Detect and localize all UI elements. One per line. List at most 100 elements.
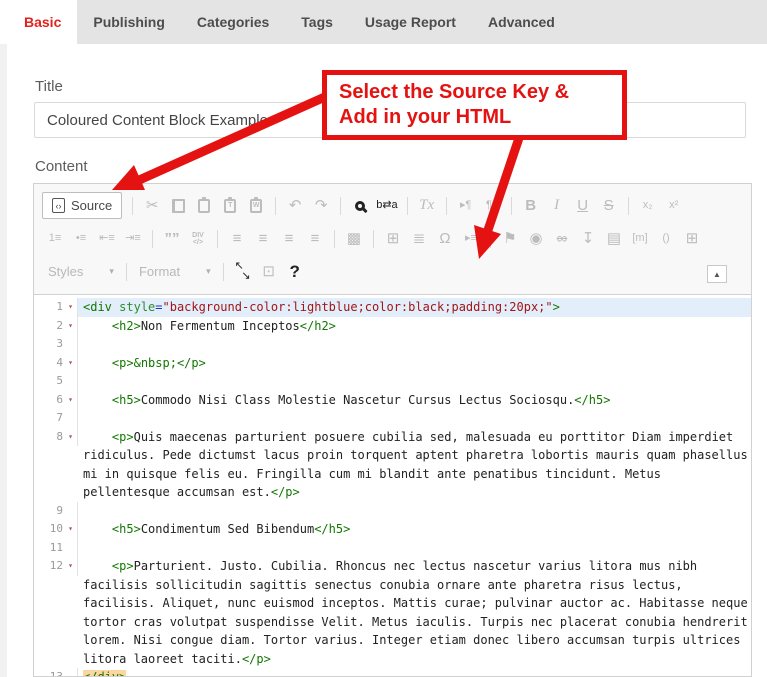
code-line-content[interactable]: <h2>Non Fermentum Inceptos</h2>: [78, 317, 751, 336]
source-code-editor[interactable]: 1 ▾ <div style="background-color:lightblue…: [34, 295, 751, 676]
text-direction-rtl-icon[interactable]: ¶◂: [482, 194, 502, 218]
code-line-content[interactable]: [78, 372, 751, 391]
line-number: 9: [56, 503, 63, 517]
anchor-flag-icon[interactable]: ⚑: [500, 227, 520, 251]
tab-usage-report[interactable]: Usage Report: [349, 0, 472, 44]
align-center-icon[interactable]: ≡: [253, 227, 273, 251]
code-line-content[interactable]: <h5>Condimentum Sed Bibendum</h5>: [78, 520, 751, 539]
fold-arrow-icon[interactable]: ▾: [64, 298, 77, 317]
numbered-list-icon[interactable]: 1≡: [45, 227, 65, 251]
paste-from-word-icon[interactable]: W: [246, 194, 266, 218]
code-line-1[interactable]: 1 ▾ <div style="background-color:lightblue…: [34, 298, 751, 317]
fold-arrow-icon[interactable]: ▾: [64, 557, 77, 576]
code-line-11[interactable]: 11: [34, 538, 751, 558]
code-token-text: Quis maecenas parturient posuere cubilia…: [83, 429, 748, 500]
code-line-content[interactable]: <h5>Commodo Nisi Class Molestie Nascetur…: [78, 391, 751, 410]
maximize-icon[interactable]: [233, 260, 253, 284]
insert-template-icon[interactable]: ⊞: [682, 227, 702, 251]
increase-indent-icon[interactable]: ⇥≡: [123, 227, 143, 251]
code-line-content[interactable]: <div style="background-color:lightblue;c…: [78, 298, 751, 317]
underline-icon[interactable]: U: [573, 194, 593, 218]
code-line-content[interactable]: [78, 502, 751, 521]
line-number-gutter: 10 ▾: [34, 520, 78, 539]
source-button[interactable]: Source: [42, 192, 123, 219]
div-container-icon[interactable]: DIV </>: [188, 227, 208, 251]
remove-format-icon[interactable]: Tx: [417, 194, 437, 218]
bulleted-list-icon[interactable]: •≡: [71, 227, 91, 251]
code-token-attr: style: [119, 300, 156, 314]
code-line-4[interactable]: 4 ▾ <p>&nbsp;</p>: [34, 353, 751, 373]
italic-icon[interactable]: I: [547, 194, 567, 218]
decrease-indent-icon[interactable]: ⇤≡: [97, 227, 117, 251]
save-download-icon[interactable]: ↧: [578, 227, 598, 251]
code-line-content[interactable]: <p>&nbsp;</p>: [78, 354, 751, 373]
cut-icon[interactable]: ✂: [142, 194, 162, 218]
collapse-toolbar-button[interactable]: ▲: [707, 265, 727, 283]
code-line-content[interactable]: [78, 335, 751, 354]
code-line-content[interactable]: <p>Parturient. Justo. Cubilia. Rhoncus n…: [78, 557, 751, 668]
strikethrough-icon[interactable]: S: [599, 194, 619, 218]
page-break-icon[interactable]: ▸≡: [461, 227, 481, 251]
code-token-tag: <p>: [111, 355, 134, 370]
code-line-5[interactable]: 5: [34, 372, 751, 391]
code-line-12[interactable]: 12 ▾ <p>Parturient. Justo. Cubilia. Rhonc…: [34, 557, 751, 668]
code-line-8[interactable]: 8 ▾ <p>Quis maecenas parturient posuere c…: [34, 427, 751, 502]
align-right-icon[interactable]: ≡: [279, 227, 299, 251]
code-line-2[interactable]: 2 ▾ <h2>Non Fermentum Inceptos</h2>: [34, 316, 751, 336]
document-icon[interactable]: ▤: [604, 227, 624, 251]
superscript-icon[interactable]: x²: [664, 194, 684, 218]
bold-icon[interactable]: B: [521, 194, 541, 218]
paste-icon[interactable]: [194, 194, 214, 218]
fold-arrow-icon[interactable]: ▾: [64, 354, 77, 373]
fold-arrow-icon[interactable]: ▾: [64, 428, 77, 447]
tab-tags[interactable]: Tags: [285, 0, 349, 44]
paste-plain-text-icon[interactable]: T: [220, 194, 240, 218]
fold-arrow-icon[interactable]: ▾: [64, 391, 77, 410]
code-line-7[interactable]: 7: [34, 409, 751, 428]
fold-arrow-icon[interactable]: ▾: [64, 520, 77, 539]
code-line-6[interactable]: 6 ▾ <h5>Commodo Nisi Class Molestie Nasce…: [34, 390, 751, 410]
merge-tag-icon[interactable]: [m]: [630, 227, 650, 251]
about-help-icon[interactable]: ?: [285, 260, 305, 284]
horizontal-rule-icon[interactable]: ≣: [409, 227, 429, 251]
text-direction-ltr-icon[interactable]: ▸¶: [456, 194, 476, 218]
tab-publishing[interactable]: Publishing: [77, 0, 181, 44]
link-globe-icon[interactable]: ◉: [526, 227, 546, 251]
find-icon[interactable]: [350, 194, 370, 218]
code-line-9[interactable]: 9: [34, 501, 751, 521]
format-dropdown[interactable]: Format ▾: [133, 264, 217, 279]
replace-icon[interactable]: b⇄a: [376, 194, 397, 218]
placeholder-icon[interactable]: (): [656, 227, 676, 251]
code-line-content[interactable]: <p>Quis maecenas parturient posuere cubi…: [78, 428, 751, 502]
tab-categories[interactable]: Categories: [181, 0, 285, 44]
styles-dropdown[interactable]: Styles ▾: [42, 264, 120, 279]
line-number: 8: [56, 429, 63, 443]
table-icon[interactable]: ⊞: [383, 227, 403, 251]
code-line-content[interactable]: [78, 409, 751, 428]
blockquote-icon[interactable]: ””: [162, 227, 182, 251]
image-icon[interactable]: ▩: [344, 227, 364, 251]
align-justify-icon[interactable]: ≡: [305, 227, 325, 251]
line-number: 3: [56, 337, 63, 350]
subscript-icon[interactable]: x₂: [638, 194, 658, 218]
code-line-content[interactable]: [78, 539, 751, 558]
tab-basic[interactable]: Basic: [8, 0, 78, 44]
code-line-content[interactable]: </div>: [78, 668, 751, 676]
line-number: 2: [56, 318, 63, 332]
code-line-13[interactable]: 13 </div>: [34, 668, 751, 676]
code-line-3[interactable]: 3: [34, 335, 751, 354]
code-line-10[interactable]: 10 ▾ <h5>Condimentum Sed Bibendum</h5>: [34, 520, 751, 539]
find-icon: [355, 200, 366, 211]
undo-icon[interactable]: ↶: [285, 194, 305, 218]
fold-arrow-icon[interactable]: ▾: [64, 317, 77, 336]
tab-advanced[interactable]: Advanced: [472, 0, 571, 44]
special-character-icon[interactable]: Ω: [435, 227, 455, 251]
redo-icon[interactable]: ↷: [311, 194, 331, 218]
copy-icon[interactable]: [168, 194, 188, 218]
unlink-icon[interactable]: ∞: [552, 227, 572, 251]
show-blocks-icon[interactable]: ⊡: [259, 260, 279, 284]
line-number-gutter: 8 ▾: [34, 427, 78, 447]
line-number: 6: [56, 392, 63, 406]
align-left-icon[interactable]: ≡: [227, 227, 247, 251]
